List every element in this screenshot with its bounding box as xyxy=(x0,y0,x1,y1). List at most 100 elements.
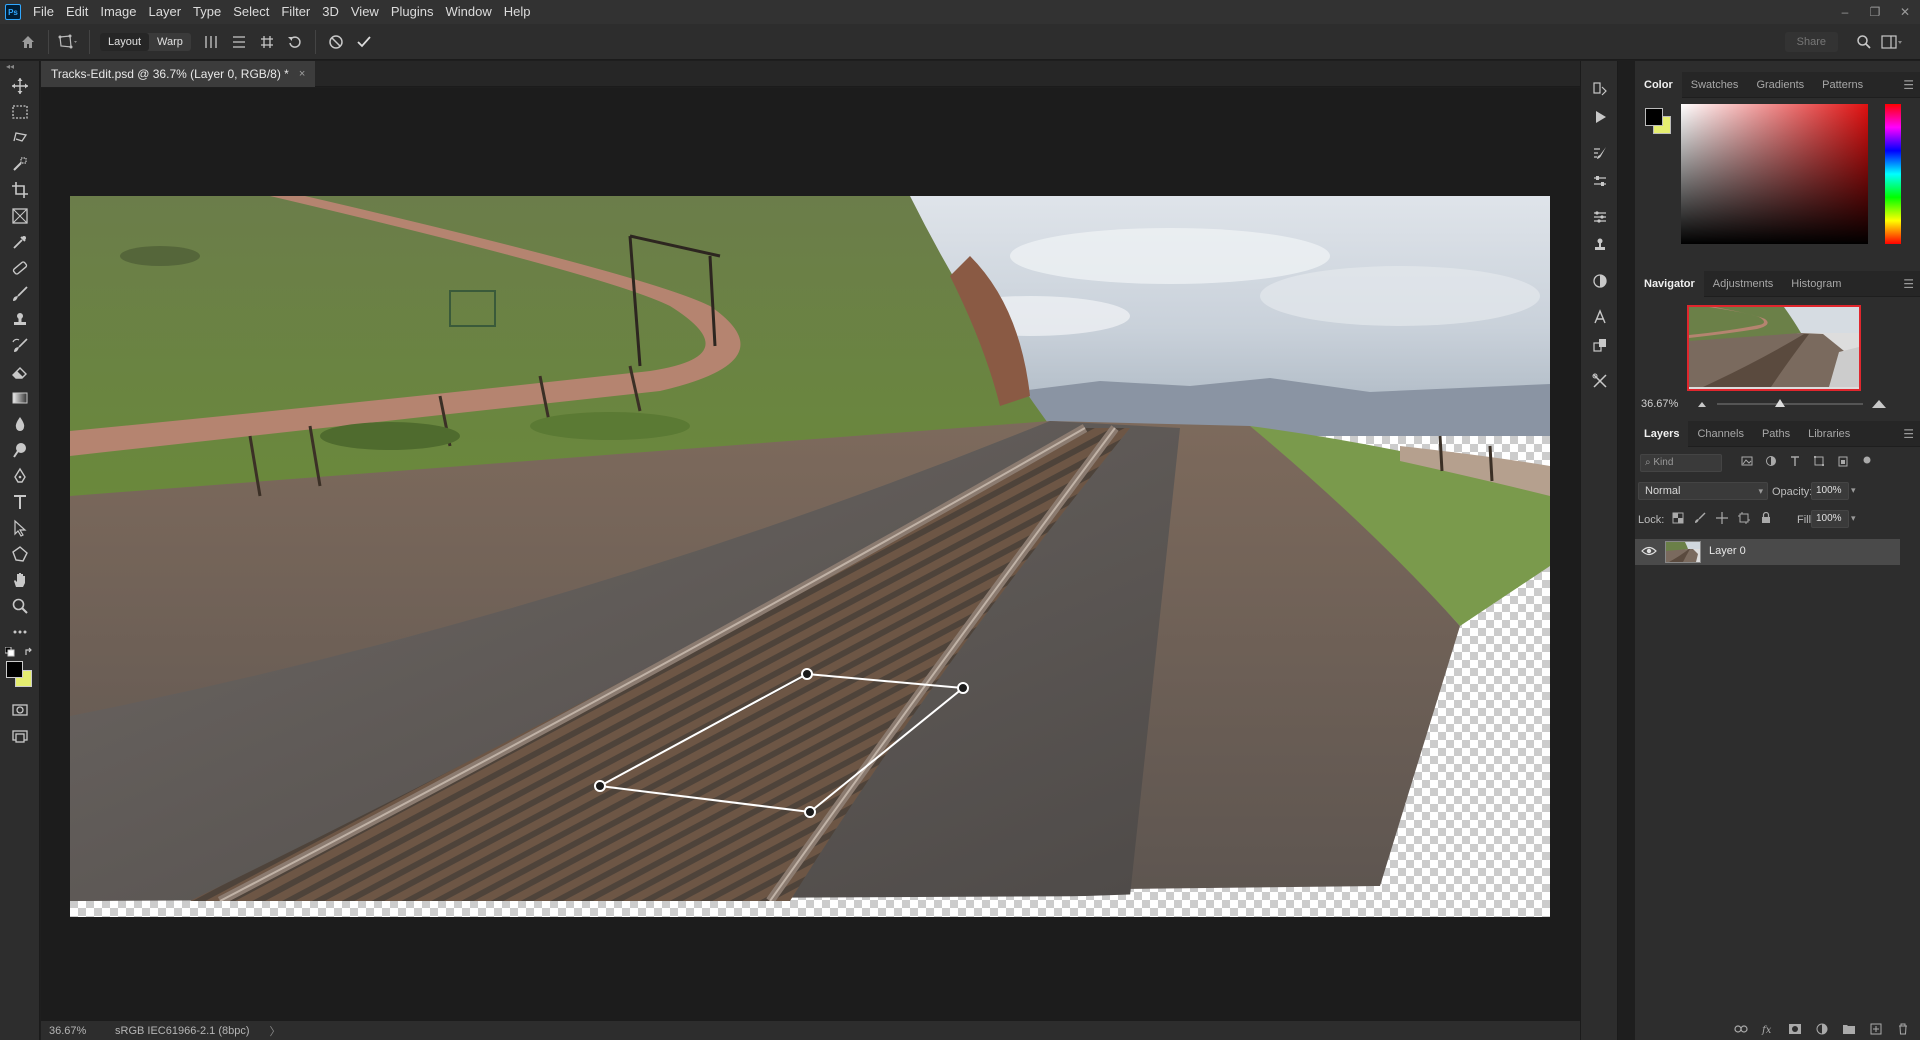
tab-patterns[interactable]: Patterns xyxy=(1813,72,1872,98)
puppet-warp-tool-preset[interactable] xyxy=(55,28,83,56)
tab-layers[interactable]: Layers xyxy=(1635,420,1689,447)
lock-position-icon[interactable] xyxy=(1711,512,1733,524)
tab-adjustments[interactable]: Adjustments xyxy=(1704,271,1783,297)
move-tool[interactable] xyxy=(0,73,40,99)
restore-button[interactable]: ❐ xyxy=(1860,0,1890,24)
chevron-down-icon[interactable]: ▾ xyxy=(1851,485,1856,496)
warp-mode-button[interactable]: Warp xyxy=(149,33,191,51)
clone-source-button[interactable] xyxy=(1581,231,1619,259)
menu-help[interactable]: Help xyxy=(498,0,537,24)
crop-tool[interactable] xyxy=(0,177,40,203)
tab-navigator[interactable]: Navigator xyxy=(1635,270,1704,297)
menu-file[interactable]: File xyxy=(27,0,60,24)
marquee-tool[interactable] xyxy=(0,99,40,125)
menu-layer[interactable]: Layer xyxy=(143,0,188,24)
shape-tool[interactable] xyxy=(0,541,40,567)
gradient-tool[interactable] xyxy=(0,385,40,411)
tab-libraries[interactable]: Libraries xyxy=(1799,421,1859,447)
tab-color[interactable]: Color xyxy=(1635,71,1682,98)
status-zoom[interactable]: 36.67% xyxy=(41,1025,101,1037)
reset-warp-button[interactable] xyxy=(281,28,309,56)
tab-paths[interactable]: Paths xyxy=(1753,421,1799,447)
menu-3d[interactable]: 3D xyxy=(316,0,345,24)
home-button[interactable] xyxy=(14,28,42,56)
navigator-thumbnail[interactable] xyxy=(1687,305,1861,391)
swap-colors-icon[interactable] xyxy=(24,647,34,657)
quick-mask-button[interactable] xyxy=(0,697,40,723)
edit-toolbar-button[interactable] xyxy=(0,619,40,645)
menu-edit[interactable]: Edit xyxy=(60,0,94,24)
opacity-input[interactable]: 100% xyxy=(1811,482,1849,500)
minimize-button[interactable]: – xyxy=(1830,0,1860,24)
lock-artboard-icon[interactable] xyxy=(1733,512,1755,524)
foreground-color-swatch[interactable] xyxy=(6,661,23,678)
default-colors-icon[interactable] xyxy=(5,647,15,657)
workspace-button[interactable] xyxy=(1878,28,1906,56)
foreground-color-chip[interactable] xyxy=(1645,108,1663,126)
dock-collapse-button[interactable] xyxy=(1581,61,1617,75)
toolbar-collapse-button[interactable]: ◂◂ xyxy=(0,61,39,73)
pen-tool[interactable] xyxy=(0,463,40,489)
filter-toggle-icon[interactable] xyxy=(1855,455,1879,467)
layer-kind-filter[interactable]: ⌕ Kind xyxy=(1640,454,1722,472)
frame-tool[interactable] xyxy=(0,203,40,229)
document-canvas[interactable] xyxy=(70,196,1550,917)
delete-layer-icon[interactable] xyxy=(1889,1023,1916,1035)
link-layers-icon[interactable] xyxy=(1727,1024,1754,1034)
menu-type[interactable]: Type xyxy=(187,0,227,24)
hue-slider[interactable] xyxy=(1885,104,1901,244)
healing-brush-tool[interactable] xyxy=(0,255,40,281)
clone-stamp-tool[interactable] xyxy=(0,307,40,333)
cancel-transform-button[interactable] xyxy=(322,28,350,56)
hand-tool[interactable] xyxy=(0,567,40,593)
paragraph-panel-button[interactable] xyxy=(1581,331,1619,359)
history-panel-button[interactable] xyxy=(1581,75,1619,103)
menu-plugins[interactable]: Plugins xyxy=(385,0,440,24)
document-tab[interactable]: Tracks-Edit.psd @ 36.7% (Layer 0, RGB/8)… xyxy=(41,61,316,87)
search-button[interactable] xyxy=(1850,28,1878,56)
menu-image[interactable]: Image xyxy=(94,0,142,24)
actions-panel-button[interactable] xyxy=(1581,103,1619,131)
fill-input[interactable]: 100% xyxy=(1811,510,1849,528)
eraser-tool[interactable] xyxy=(0,359,40,385)
zoom-tool[interactable] xyxy=(0,593,40,619)
lock-image-pixels-icon[interactable] xyxy=(1689,512,1711,524)
lock-transparent-pixels-icon[interactable] xyxy=(1667,512,1689,524)
status-info-toggle[interactable]: 〉 xyxy=(270,1023,281,1039)
panel-menu-icon[interactable]: ☰ xyxy=(1903,421,1914,447)
tab-swatches[interactable]: Swatches xyxy=(1682,72,1748,98)
menu-select[interactable]: Select xyxy=(227,0,275,24)
layer-name[interactable]: Layer 0 xyxy=(1709,545,1746,557)
dodge-tool[interactable] xyxy=(0,437,40,463)
tab-channels[interactable]: Channels xyxy=(1688,421,1752,447)
new-layer-icon[interactable] xyxy=(1862,1023,1889,1035)
brush-settings-button[interactable] xyxy=(1581,139,1619,167)
panel-menu-icon[interactable]: ☰ xyxy=(1903,72,1914,98)
horizontal-split-button[interactable] xyxy=(225,28,253,56)
adjustments-presets-button[interactable] xyxy=(1581,267,1619,295)
layout-mode-button[interactable]: Layout xyxy=(100,32,150,51)
screen-mode-button[interactable] xyxy=(0,723,40,749)
type-tool[interactable] xyxy=(0,489,40,515)
panel-menu-icon[interactable]: ☰ xyxy=(1903,271,1914,297)
eye-icon[interactable] xyxy=(1641,545,1657,557)
commit-transform-button[interactable] xyxy=(350,28,378,56)
menu-filter[interactable]: Filter xyxy=(275,0,316,24)
filter-smart-object-icon[interactable] xyxy=(1831,455,1855,467)
vertical-split-button[interactable] xyxy=(197,28,225,56)
tab-histogram[interactable]: Histogram xyxy=(1782,271,1850,297)
navigator-zoom-slider[interactable] xyxy=(1717,399,1863,407)
new-group-icon[interactable] xyxy=(1835,1023,1862,1035)
grid-split-button[interactable] xyxy=(253,28,281,56)
menu-view[interactable]: View xyxy=(345,0,385,24)
blur-tool[interactable] xyxy=(0,411,40,437)
zoom-in-icon[interactable] xyxy=(1871,399,1887,409)
tab-gradients[interactable]: Gradients xyxy=(1747,72,1813,98)
share-button[interactable]: Share xyxy=(1784,32,1838,52)
filter-adjustment-icon[interactable] xyxy=(1759,455,1783,467)
navigator-zoom-value[interactable]: 36.67% xyxy=(1635,398,1685,410)
close-window-button[interactable]: ✕ xyxy=(1890,0,1920,24)
path-selection-tool[interactable] xyxy=(0,515,40,541)
properties-panel-button[interactable] xyxy=(1581,203,1619,231)
add-mask-icon[interactable] xyxy=(1781,1023,1808,1035)
